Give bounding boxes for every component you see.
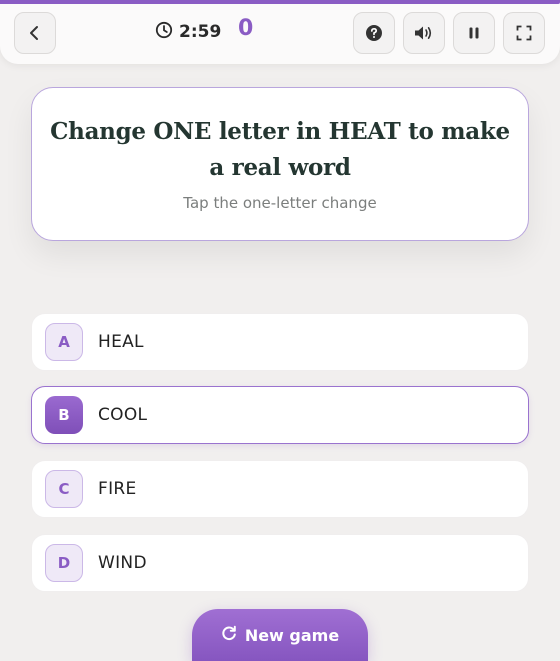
chevron-left-icon <box>28 25 42 41</box>
option-letter-badge: D <box>45 544 83 582</box>
option-d[interactable]: D WIND <box>31 534 529 592</box>
option-label: HEAL <box>98 332 144 352</box>
progress-track <box>0 0 560 4</box>
question-card: Change ONE letter in HEAT to make a real… <box>31 87 529 241</box>
pause-button[interactable] <box>453 12 495 54</box>
refresh-icon <box>221 625 245 645</box>
timer: 2:59 <box>155 21 221 43</box>
option-letter-badge: B <box>45 396 83 434</box>
score: 0 <box>238 16 254 41</box>
sound-button[interactable] <box>403 12 445 54</box>
new-game-label: New game <box>244 625 340 645</box>
volume-icon <box>413 24 435 42</box>
game-screen: 2:59 0 Change ONE letter in HEAT to make… <box>0 0 560 661</box>
back-button[interactable] <box>14 12 56 54</box>
option-letter-badge: C <box>45 470 83 508</box>
fullscreen-button[interactable] <box>503 12 545 54</box>
timer-value: 2:59 <box>179 22 222 42</box>
question-hint: Tap the one-letter change <box>183 194 377 212</box>
new-game-button[interactable]: New game <box>192 609 368 661</box>
option-b[interactable]: B COOL <box>31 386 529 444</box>
top-bar: 2:59 0 <box>0 0 560 64</box>
progress-fill <box>0 0 560 4</box>
help-button[interactable] <box>353 12 395 54</box>
question-title: Change ONE letter in HEAT to make a real… <box>50 118 510 181</box>
pause-icon <box>467 26 481 40</box>
option-label: WIND <box>98 553 147 573</box>
option-label: COOL <box>98 405 148 425</box>
fullscreen-icon <box>516 25 532 41</box>
help-icon <box>365 24 383 42</box>
option-letter-badge: A <box>45 323 83 361</box>
option-label: FIRE <box>98 479 137 499</box>
option-a[interactable]: A HEAL <box>31 313 529 371</box>
clock-icon <box>155 21 173 43</box>
option-c[interactable]: C FIRE <box>31 460 529 518</box>
